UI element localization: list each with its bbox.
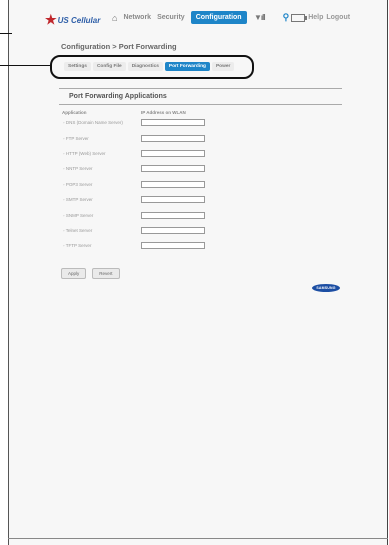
- status-area: ▼ıll ⚲ Help Logout: [254, 12, 353, 23]
- table-row: ◦ Telnet Server: [59, 223, 342, 238]
- application-label: ◦ FTP Server: [59, 136, 141, 141]
- tabs-highlight-outline: [50, 55, 254, 79]
- ip-address-input[interactable]: [141, 226, 205, 234]
- table-row: ◦ SNMP Server: [59, 207, 342, 222]
- column-headers: Application IP Address on WLAN: [59, 105, 342, 115]
- ip-address-input[interactable]: [141, 211, 205, 219]
- ip-address-input[interactable]: [141, 134, 205, 142]
- ip-address-input[interactable]: [141, 165, 205, 173]
- table-row: ◦ NNTP Server: [59, 161, 342, 176]
- application-label: ◦ NNTP Server: [59, 166, 141, 171]
- ip-address-input[interactable]: [141, 196, 205, 204]
- application-label: ◦ SMTP Server: [59, 197, 141, 202]
- ip-address-input[interactable]: [141, 119, 205, 127]
- star-icon: ★: [45, 12, 57, 27]
- nav-network[interactable]: Network: [123, 14, 151, 21]
- table-row: ◦ FTP Server: [59, 130, 342, 145]
- apply-button[interactable]: Apply: [61, 268, 87, 279]
- application-label: ◦ POP3 Server: [59, 182, 141, 187]
- application-label: ◦ HTTP (Web) Server: [59, 151, 141, 156]
- logout-link[interactable]: Logout: [326, 14, 350, 21]
- uscellular-logo: ★ US Cellular: [45, 12, 100, 28]
- main-nav: ⌂ Network Security Configuration: [112, 11, 247, 24]
- application-name: SNMP Server: [65, 212, 94, 218]
- port-forwarding-panel: Port Forwarding Applications Application…: [59, 88, 342, 254]
- application-name: SMTP Server: [65, 197, 93, 203]
- callout-line: [0, 65, 50, 66]
- application-label: ◦ SNMP Server: [59, 213, 141, 218]
- home-icon[interactable]: ⌂: [112, 13, 117, 23]
- logo-text: US Cellular: [57, 15, 101, 25]
- application-name: POP3 Server: [65, 181, 93, 187]
- nav-configuration[interactable]: Configuration: [190, 11, 247, 24]
- nav-security[interactable]: Security: [157, 14, 185, 21]
- ip-address-input[interactable]: [141, 242, 205, 250]
- table-row: ◦ DNS (Domain Name Server): [59, 115, 342, 130]
- action-buttons: Apply Revert: [61, 268, 126, 279]
- ip-address-input[interactable]: [141, 149, 205, 157]
- signal-icon: ▼ıll: [254, 13, 266, 22]
- page-title: Configuration > Port Forwarding: [61, 42, 177, 51]
- bottom-divider: [8, 538, 388, 539]
- callout-line-top: [0, 33, 12, 34]
- application-name: DNS (Domain Name Server): [65, 120, 123, 126]
- table-row: ◦ TFTP Server: [59, 238, 342, 253]
- device-frame: ★ US Cellular ⌂ Network Security Configu…: [8, 0, 388, 545]
- application-label: ◦ DNS (Domain Name Server): [59, 120, 141, 125]
- application-name: NNTP Server: [65, 166, 93, 172]
- application-label: ◦ Telnet Server: [59, 228, 141, 233]
- table-row: ◦ HTTP (Web) Server: [59, 146, 342, 161]
- top-bar: ★ US Cellular ⌂ Network Security Configu…: [9, 0, 387, 34]
- panel-title: Port Forwarding Applications: [59, 88, 342, 105]
- table-row: ◦ POP3 Server: [59, 177, 342, 192]
- application-name: HTTP (Web) Server: [65, 150, 106, 156]
- application-label: ◦ TFTP Server: [59, 243, 141, 248]
- battery-icon: [291, 13, 308, 22]
- application-name: TFTP Server: [65, 243, 92, 249]
- help-link[interactable]: Help: [308, 14, 323, 21]
- ip-address-input[interactable]: [141, 180, 205, 188]
- location-icon: ⚲: [282, 12, 290, 22]
- application-name: FTP Server: [65, 135, 89, 141]
- revert-button[interactable]: Revert: [92, 268, 120, 279]
- application-name: Telnet Server: [65, 227, 93, 233]
- table-row: ◦ SMTP Server: [59, 192, 342, 207]
- samsung-logo: SAMSUNG: [312, 284, 340, 292]
